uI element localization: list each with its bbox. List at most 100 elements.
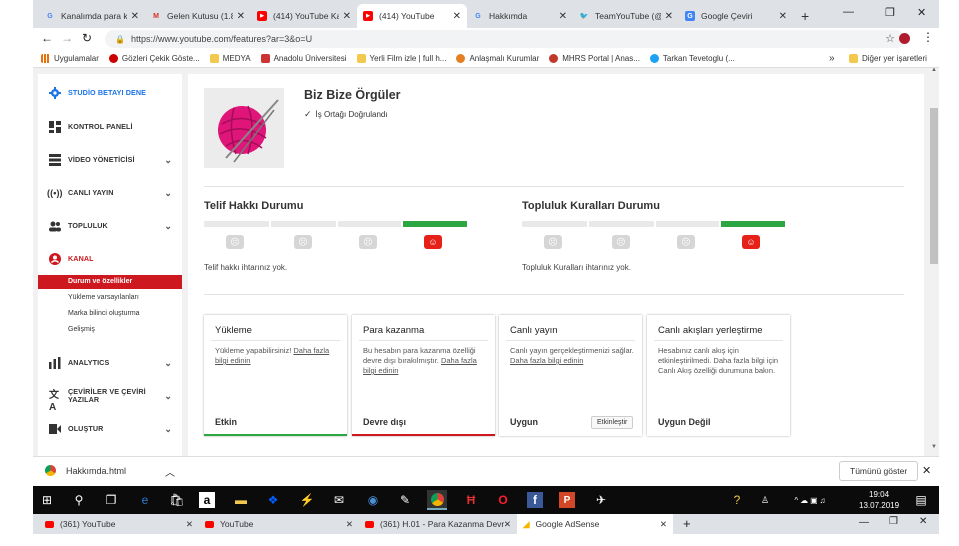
store-icon[interactable]: 🛍: [167, 490, 187, 510]
scrollbar-thumb[interactable]: [930, 108, 938, 264]
chevron-up-icon[interactable]: ︿: [165, 464, 175, 479]
opera-icon[interactable]: O: [493, 490, 513, 510]
browser-tab[interactable]: (361) H.01 - Para Kazanma Devre ✕: [359, 514, 517, 534]
close-icon[interactable]: ✕: [922, 464, 931, 477]
search-icon[interactable]: ⚲: [69, 490, 89, 510]
enable-button[interactable]: Etkinleştir: [591, 416, 634, 429]
back-icon[interactable]: ←: [41, 31, 53, 45]
forward-icon[interactable]: →: [61, 31, 73, 45]
close-icon[interactable]: ✕: [453, 11, 461, 22]
close-icon[interactable]: ✕: [559, 11, 567, 22]
chevron-down-icon[interactable]: ⌄: [164, 424, 172, 435]
bookmark-item[interactable]: Anadolu Üniversitesi: [260, 54, 347, 63]
close-icon[interactable]: ✕: [504, 519, 511, 530]
show-all-button[interactable]: Tümünü göster: [839, 461, 919, 481]
app-icon[interactable]: ✎: [395, 490, 415, 510]
file-explorer-icon[interactable]: ▬: [231, 490, 251, 510]
scroll-up-icon[interactable]: ▲: [931, 68, 937, 73]
browser-tab[interactable]: ▶ (414) YouTube Kar ✕: [251, 4, 357, 28]
bookmarks-more-icon[interactable]: »: [829, 53, 835, 64]
url-bar[interactable]: 🔒 https://www.youtube.com/features?ar=3&…: [105, 30, 905, 48]
sidebar-item-channel[interactable]: KANAL: [38, 252, 182, 266]
close-icon[interactable]: ✕: [131, 11, 139, 22]
browser-tab[interactable]: (361) YouTube ✕: [39, 514, 199, 534]
help-icon[interactable]: ?: [727, 490, 747, 510]
browser-tab[interactable]: G Google Çeviri ✕: [679, 4, 793, 28]
scrollbar[interactable]: ▲ ▼: [929, 68, 939, 456]
close-icon[interactable]: ✕: [237, 11, 245, 22]
notification-icon[interactable]: ▤: [911, 490, 931, 510]
close-window-icon[interactable]: ✕: [919, 516, 927, 527]
learn-more-link[interactable]: Daha fazla bilgi edinin: [510, 356, 583, 365]
sidebar-item-community[interactable]: TOPLULUK ⌄: [38, 219, 182, 233]
bookmark-item[interactable]: Yerli Film izle | full h...: [356, 54, 446, 63]
restore-icon[interactable]: ❐: [885, 6, 895, 19]
sidebar-subitem-active[interactable]: Durum ve özellikler: [38, 275, 182, 289]
browser-tab[interactable]: G Hakkımda ✕: [467, 4, 573, 28]
studio-beta-link[interactable]: STUDİO BETAYI DENE: [38, 86, 182, 100]
sidebar-subitem[interactable]: Marka bilinci oluşturma: [68, 310, 140, 317]
task-view-icon[interactable]: ❐: [101, 490, 121, 510]
close-window-icon[interactable]: ✕: [917, 6, 926, 19]
sidebar-item-translations[interactable]: 文A ÇEVİRİLER VE ÇEVİRİ YAZILAR ⌄: [38, 385, 182, 414]
close-icon[interactable]: ✕: [660, 519, 667, 530]
chevron-down-icon[interactable]: ⌄: [164, 221, 172, 232]
close-icon[interactable]: ✕: [779, 11, 787, 22]
sidebar-subitem[interactable]: Yükleme varsayılanları: [68, 294, 139, 301]
menu-icon[interactable]: ⋮: [922, 30, 934, 44]
sidebar-item-create[interactable]: OLUŞTUR ⌄: [38, 422, 182, 436]
sidebar-item-dashboard[interactable]: KONTROL PANELİ: [38, 120, 182, 134]
bookmark-item[interactable]: MHRS Portal | Anas...: [549, 54, 640, 63]
restore-icon[interactable]: ❐: [889, 516, 898, 527]
bookmark-item[interactable]: Anlaşmalı Kurumlar: [456, 54, 539, 63]
system-tray-icons[interactable]: ^☁▣♫: [781, 490, 841, 510]
chevron-down-icon[interactable]: ⌄: [164, 391, 172, 402]
bookmark-apps[interactable]: Uygulamalar: [41, 54, 99, 63]
app-icon[interactable]: ⚡: [297, 490, 317, 510]
sidebar-item-video-manager[interactable]: VİDEO YÖNETİCİSİ ⌄: [38, 153, 182, 167]
chevron-down-icon[interactable]: ⌄: [164, 155, 172, 166]
reload-icon[interactable]: ↻: [82, 31, 92, 45]
chevron-down-icon[interactable]: ⌄: [164, 358, 172, 369]
browser-icon[interactable]: ◉: [363, 490, 383, 510]
sidebar-item-live[interactable]: ((•)) CANLI YAYIN ⌄: [38, 186, 182, 200]
sidebar-subitem[interactable]: Gelişmiş: [68, 326, 95, 333]
powerpoint-icon[interactable]: P: [559, 492, 575, 508]
scroll-down-icon[interactable]: ▼: [931, 444, 937, 450]
windows-start-icon[interactable]: ⊞: [37, 490, 57, 510]
extension-icon[interactable]: [899, 33, 910, 44]
people-icon[interactable]: ♙: [755, 490, 775, 510]
chevron-down-icon[interactable]: ⌄: [164, 188, 172, 199]
chrome-icon[interactable]: [427, 490, 447, 510]
browser-tab-active[interactable]: ▶ (414) YouTube ✕: [357, 4, 467, 28]
facebook-icon[interactable]: f: [527, 492, 543, 508]
dropbox-icon[interactable]: ❖: [263, 490, 283, 510]
browser-tab[interactable]: 🐦 TeamYouTube (@T ✕: [573, 4, 679, 28]
bookmark-item[interactable]: Tarkan Tevetoglu (...: [649, 54, 735, 63]
bookmark-folder[interactable]: MEDYA: [209, 54, 251, 63]
sidebar-item-analytics[interactable]: ANALYTICS ⌄: [38, 356, 182, 370]
bookmark-item[interactable]: Gözleri Çekik Göste...: [108, 54, 200, 63]
browser-tab[interactable]: YouTube ✕: [199, 514, 359, 534]
new-tab-button[interactable]: +: [683, 516, 691, 531]
browser-tab[interactable]: G Kanalımda para ka ✕: [39, 4, 145, 28]
minimize-icon[interactable]: —: [843, 6, 854, 18]
minimize-icon[interactable]: —: [859, 517, 869, 528]
app-icon[interactable]: Ħ: [461, 490, 481, 510]
close-icon[interactable]: ✕: [343, 11, 351, 22]
edge-icon[interactable]: e: [135, 490, 155, 510]
other-bookmarks[interactable]: Diğer yer işaretleri: [849, 54, 927, 63]
close-icon[interactable]: ✕: [346, 519, 353, 530]
download-item[interactable]: Hakkımda.html: [45, 465, 126, 476]
browser-tab-active[interactable]: ◢ Google AdSense ✕: [517, 514, 673, 534]
amazon-icon[interactable]: a: [199, 492, 215, 508]
close-icon[interactable]: ✕: [665, 11, 673, 22]
app-icon[interactable]: ✈: [591, 490, 611, 510]
mail-icon[interactable]: ✉: [329, 490, 349, 510]
new-tab-button[interactable]: +: [795, 4, 817, 28]
channel-avatar[interactable]: [204, 88, 284, 168]
close-icon[interactable]: ✕: [186, 519, 193, 530]
star-icon[interactable]: ☆: [885, 32, 895, 45]
clock[interactable]: 19:04 13.07.2019: [859, 489, 899, 511]
browser-tab[interactable]: M Gelen Kutusu (1.8 ✕: [145, 4, 251, 28]
